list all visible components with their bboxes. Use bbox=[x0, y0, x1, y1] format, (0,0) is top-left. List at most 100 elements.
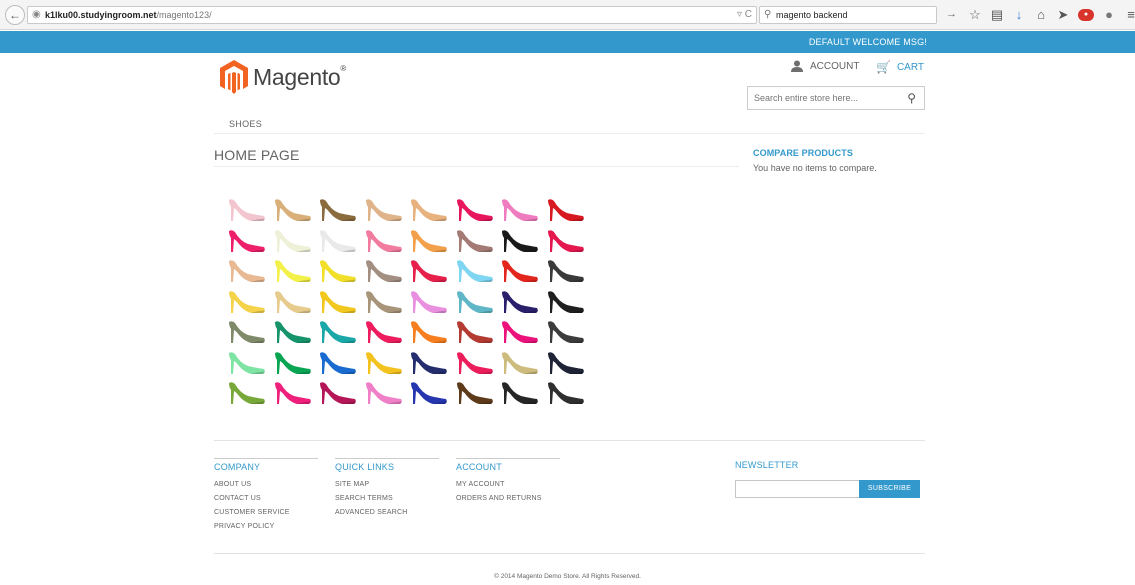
shoe-thumbnail bbox=[502, 199, 538, 221]
shoe-thumbnail bbox=[229, 290, 265, 313]
store-search-form: ⚲ bbox=[747, 86, 925, 110]
reload-icon[interactable]: ▿ C bbox=[737, 9, 752, 20]
magento-logo-icon bbox=[220, 60, 248, 94]
main-navigation: SHOES bbox=[214, 112, 925, 134]
addon-badge-icon[interactable]: ● bbox=[1078, 9, 1094, 21]
registered-mark: ® bbox=[340, 63, 347, 73]
menu-icon[interactable]: ≡ bbox=[1124, 6, 1135, 24]
url-host: k1lku00.studyingroom.net bbox=[45, 10, 157, 20]
footer-link-orders-and-returns[interactable]: ORDERS AND RETURNS bbox=[456, 495, 560, 502]
shoe-thumbnail bbox=[229, 229, 265, 252]
browser-search-box[interactable]: ⚲ magento backend bbox=[759, 6, 937, 24]
footer-link-customer-service[interactable]: CUSTOMER SERVICE bbox=[214, 509, 318, 516]
compare-products-title[interactable]: COMPARE PRODUCTS bbox=[753, 148, 853, 158]
newsletter-email-input[interactable] bbox=[735, 480, 860, 498]
subscribe-button[interactable]: SUBSCRIBE bbox=[859, 480, 920, 498]
newsletter-heading: NEWSLETTER bbox=[735, 460, 799, 470]
send-icon[interactable]: ➤ bbox=[1056, 6, 1070, 24]
footer-column-quick-links: QUICK LINKS SITE MAP SEARCH TERMS ADVANC… bbox=[335, 458, 439, 516]
logo-text: Magento bbox=[253, 63, 341, 90]
shoe-thumbnail bbox=[456, 382, 493, 404]
shoe-thumbnail bbox=[365, 351, 402, 374]
shoe-thumbnail bbox=[229, 351, 265, 374]
footer-link-my-account[interactable]: MY ACCOUNT bbox=[456, 481, 560, 488]
reading-list-icon[interactable]: ▤ bbox=[990, 6, 1004, 24]
user-icon bbox=[791, 60, 803, 72]
shoe-thumbnail bbox=[229, 199, 265, 221]
shoe-thumbnail bbox=[274, 321, 311, 343]
footer-link-advanced-search[interactable]: ADVANCED SEARCH bbox=[335, 509, 439, 516]
shoe-thumbnail bbox=[547, 290, 584, 313]
shoe-thumbnail bbox=[320, 229, 356, 252]
shoe-thumbnail bbox=[547, 351, 584, 374]
browser-search-text: magento backend bbox=[776, 10, 848, 20]
shoe-thumbnail bbox=[274, 229, 311, 252]
chat-icon[interactable]: ● bbox=[1102, 6, 1116, 24]
footer-link-contact-us[interactable]: CONTACT US bbox=[214, 495, 318, 502]
welcome-bar: DEFAULT WELCOME MSG! bbox=[0, 31, 1135, 53]
shoe-thumbnail bbox=[320, 199, 356, 221]
address-bar[interactable]: ◉ k1lku00.studyingroom.net/magento123/ ▿… bbox=[27, 6, 757, 24]
account-link[interactable]: ACCOUNT bbox=[790, 60, 859, 72]
footer-heading-company: COMPANY bbox=[214, 458, 318, 474]
shoe-thumbnail bbox=[365, 199, 402, 221]
shoe-thumbnail bbox=[365, 290, 402, 313]
shoe-thumbnail bbox=[320, 290, 356, 313]
magento-logo[interactable]: Magento® bbox=[220, 60, 346, 94]
shoe-thumbnail bbox=[547, 229, 584, 252]
shoe-thumbnail bbox=[411, 199, 447, 221]
footer-divider bbox=[214, 440, 925, 441]
url-path: /magento123/ bbox=[156, 10, 212, 20]
shoe-thumbnail bbox=[274, 351, 311, 374]
footer-column-company: COMPANY ABOUT US CONTACT US CUSTOMER SER… bbox=[214, 458, 318, 530]
cart-icon: 🛒 bbox=[876, 60, 891, 74]
shoe-collage-image[interactable] bbox=[227, 196, 587, 414]
search-go-arrow-icon[interactable]: → bbox=[946, 8, 957, 20]
shoe-thumbnail bbox=[502, 290, 538, 313]
shoe-thumbnail bbox=[274, 382, 311, 404]
shoe-thumbnail bbox=[365, 321, 402, 343]
shoe-thumbnail bbox=[456, 321, 493, 343]
footer-heading-account: ACCOUNT bbox=[456, 458, 560, 474]
search-icon[interactable]: ⚲ bbox=[907, 91, 916, 105]
footer-heading-quick-links: QUICK LINKS bbox=[335, 458, 439, 474]
footer-link-search-terms[interactable]: SEARCH TERMS bbox=[335, 495, 439, 502]
shoe-thumbnail bbox=[274, 199, 311, 221]
shoe-thumbnail bbox=[456, 229, 493, 252]
shoe-thumbnail bbox=[502, 260, 538, 282]
shoe-thumbnail bbox=[456, 351, 493, 374]
shoe-thumbnail bbox=[365, 260, 402, 282]
cart-label: CART bbox=[896, 61, 924, 73]
shoe-thumbnail bbox=[365, 229, 402, 252]
store-search-input[interactable] bbox=[748, 87, 898, 109]
bookmark-star-icon[interactable]: ☆ bbox=[968, 6, 982, 24]
shoe-thumbnail bbox=[229, 382, 265, 404]
url-text: k1lku00.studyingroom.net/magento123/ bbox=[45, 10, 212, 20]
footer-bottom-divider bbox=[214, 553, 925, 554]
footer-link-site-map[interactable]: SITE MAP bbox=[335, 481, 439, 488]
footer-column-account: ACCOUNT MY ACCOUNT ORDERS AND RETURNS bbox=[456, 458, 560, 502]
shoe-thumbnail bbox=[456, 290, 493, 313]
globe-icon: ◉ bbox=[32, 9, 41, 20]
shoe-thumbnail bbox=[502, 382, 538, 404]
shoe-thumbnail bbox=[547, 321, 584, 343]
home-icon[interactable]: ⌂ bbox=[1034, 6, 1048, 24]
shoe-thumbnail bbox=[320, 260, 356, 282]
shoe-thumbnail bbox=[411, 290, 447, 313]
back-arrow-icon[interactable]: ← bbox=[5, 5, 25, 25]
shoe-thumbnail bbox=[456, 199, 493, 221]
download-arrow-icon[interactable]: ↓ bbox=[1012, 6, 1026, 24]
shoe-thumbnail bbox=[320, 382, 356, 404]
page-title: HOME PAGE bbox=[214, 147, 739, 167]
footer-link-about-us[interactable]: ABOUT US bbox=[214, 481, 318, 488]
shoe-thumbnail bbox=[320, 321, 356, 343]
shoe-thumbnail bbox=[411, 229, 447, 252]
cart-link[interactable]: 🛒 CART bbox=[876, 60, 924, 74]
footer-link-privacy-policy[interactable]: PRIVACY POLICY bbox=[214, 523, 318, 530]
account-label: ACCOUNT bbox=[810, 60, 860, 72]
copyright-text: © 2014 Magento Demo Store. All Rights Re… bbox=[494, 573, 641, 580]
shoe-thumbnail bbox=[547, 382, 584, 404]
shoe-thumbnail bbox=[456, 260, 493, 282]
nav-item-shoes[interactable]: SHOES bbox=[229, 119, 262, 129]
compare-empty-text: You have no items to compare. bbox=[753, 163, 877, 173]
